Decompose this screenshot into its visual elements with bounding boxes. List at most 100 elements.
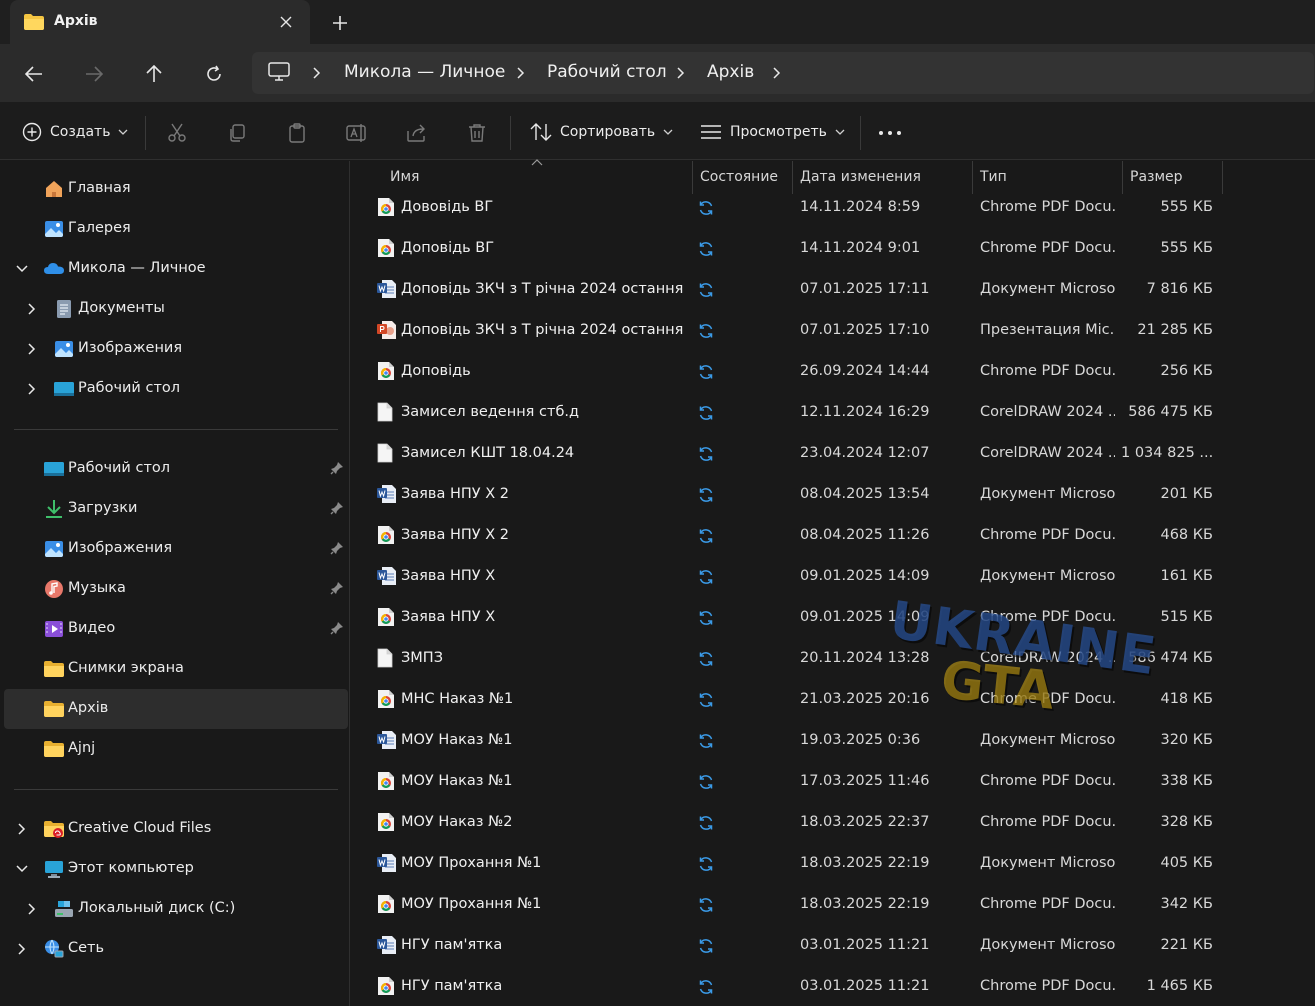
sidebar-item-desktop[interactable]: Рабочий стол: [4, 369, 348, 409]
chevron-right-icon[interactable]: [770, 64, 784, 82]
sidebar-item-onedrive[interactable]: Микола — Личное: [4, 249, 348, 289]
drive-icon: [55, 901, 73, 917]
file-row[interactable]: Замисел КШТ 18.04.24 23.04.2024 12:07 Core…: [351, 436, 1315, 477]
cut-button[interactable]: [165, 121, 189, 145]
file-row[interactable]: МОУ Прохання №1 18.03.2025 22:19 Документ …: [351, 846, 1315, 887]
rename-button[interactable]: [345, 121, 369, 145]
sidebar-item-local-disk[interactable]: Локальный диск (C:): [4, 889, 348, 929]
quick-access-pictures[interactable]: Изображения: [4, 529, 348, 569]
chevron-right-icon[interactable]: [24, 341, 40, 357]
copy-button[interactable]: [225, 121, 249, 145]
file-date: 18.03.2025 22:37: [800, 814, 930, 830]
file-row[interactable]: МОУ Наказ №1 19.03.2025 0:36 Документ Micr…: [351, 723, 1315, 764]
file-date: 09.01.2025 14:09: [800, 609, 930, 625]
sidebar-item-pictures[interactable]: Изображения: [4, 329, 348, 369]
sort-button[interactable]: Сортировать: [530, 120, 673, 144]
tab-archive[interactable]: Архів: [10, 0, 310, 44]
file-row[interactable]: МОУ Наказ №1 17.03.2025 11:46 Chrome PDF D…: [351, 764, 1315, 805]
file-row[interactable]: Доповідь ЗКЧ з Т річна 2024 остання 07.01…: [351, 313, 1315, 354]
blank-file-icon: [377, 443, 395, 463]
file-type: Chrome PDF Docu...: [980, 527, 1115, 543]
quick-access-ajnj[interactable]: Ajnj: [4, 729, 348, 769]
file-row[interactable]: Дововідь ВГ 14.11.2024 8:59 Chrome PDF Doc…: [351, 190, 1315, 231]
sidebar-item-this-pc[interactable]: Этот компьютер: [4, 849, 348, 889]
delete-button[interactable]: [465, 121, 489, 145]
chevron-right-icon[interactable]: [14, 941, 30, 957]
file-row[interactable]: МОУ Наказ №2 18.03.2025 22:37 Chrome PDF D…: [351, 805, 1315, 846]
address-bar: Микола — Личное Рабочий стол Архів: [0, 44, 1315, 102]
quick-access-downloads[interactable]: Загрузки: [4, 489, 348, 529]
sidebar-item-label: Рабочий стол: [78, 380, 181, 396]
pin-icon[interactable]: [330, 461, 344, 475]
pin-icon[interactable]: [330, 581, 344, 595]
more-options-button[interactable]: [878, 121, 902, 145]
pin-icon[interactable]: [330, 541, 344, 555]
file-row[interactable]: Доповідь ЗКЧ з Т річна 2024 остання 07.01…: [351, 272, 1315, 313]
computer-icon: [45, 861, 63, 878]
new-tab-button[interactable]: [328, 11, 352, 35]
sidebar-item-network[interactable]: Сеть: [4, 929, 348, 969]
quick-access-archive[interactable]: Архів: [4, 689, 348, 729]
chevron-right-icon[interactable]: [24, 301, 40, 317]
sidebar-item-documents[interactable]: Документы: [4, 289, 348, 329]
breadcrumb-item[interactable]: Рабочий стол: [547, 62, 667, 82]
pin-icon[interactable]: [330, 501, 344, 515]
file-name: Доповідь ЗКЧ з Т річна 2024 остання: [401, 322, 684, 338]
sidebar-item-creative-cloud[interactable]: Creative Cloud Files: [4, 809, 348, 849]
breadcrumb-item[interactable]: Микола — Личное: [344, 62, 505, 82]
breadcrumb-item[interactable]: Архів: [707, 62, 754, 82]
share-button[interactable]: [405, 121, 429, 145]
file-row[interactable]: МОУ Прохання №1 18.03.2025 22:19 Chrome PD…: [351, 887, 1315, 928]
file-row[interactable]: Заява НПУ Х 2 08.04.2025 11:26 Chrome PDF …: [351, 518, 1315, 559]
sidebar-item-gallery[interactable]: Галерея: [4, 209, 348, 249]
breadcrumb[interactable]: Микола — Личное Рабочий стол Архів: [252, 52, 1314, 94]
quick-access-video[interactable]: Видео: [4, 609, 348, 649]
view-button[interactable]: Просмотреть: [700, 120, 845, 144]
chevron-right-icon[interactable]: [674, 64, 688, 82]
chevron-right-icon[interactable]: [14, 821, 30, 837]
tab-bar: Архів: [0, 0, 1315, 44]
chevron-right-icon[interactable]: [514, 64, 528, 82]
file-row[interactable]: Доповідь 26.09.2024 14:44 Chrome PDF Docu.…: [351, 354, 1315, 395]
chevron-right-icon[interactable]: [310, 64, 324, 82]
quick-access-desktop[interactable]: Рабочий стол: [4, 449, 348, 489]
forward-button[interactable]: [80, 60, 108, 88]
file-date: 07.01.2025 17:11: [800, 281, 930, 297]
chrome-pdf-icon: [377, 607, 395, 627]
sync-icon: [697, 322, 715, 340]
create-button[interactable]: Создать: [22, 120, 128, 144]
back-button[interactable]: [20, 60, 48, 88]
refresh-button[interactable]: [200, 60, 228, 88]
folder-icon: [44, 701, 64, 717]
file-date: 18.03.2025 22:19: [800, 855, 930, 871]
paste-button[interactable]: [285, 121, 309, 145]
quick-access-music[interactable]: Музыка: [4, 569, 348, 609]
chevron-down-icon[interactable]: [14, 261, 30, 277]
trash-icon: [469, 124, 485, 142]
pin-icon[interactable]: [330, 621, 344, 635]
file-row[interactable]: НГУ пам'ятка 03.01.2025 11:21 Chrome PDF D…: [351, 969, 1315, 1006]
file-row[interactable]: Заява НПУ Х 09.01.2025 14:09 Chrome PDF Do…: [351, 600, 1315, 641]
sidebar-item-home[interactable]: Главная: [4, 169, 348, 209]
file-date: 08.04.2025 13:54: [800, 486, 930, 502]
chevron-down-icon[interactable]: [14, 861, 30, 877]
file-row[interactable]: Доповідь ВГ 14.11.2024 9:01 Chrome PDF Doc…: [351, 231, 1315, 272]
command-bar: Создать Сортировать Просмотреть: [0, 102, 1315, 160]
up-button[interactable]: [140, 60, 168, 88]
file-row[interactable]: НГУ пам'ятка 03.01.2025 11:21 Документ Mic…: [351, 928, 1315, 969]
file-size: 161 КБ: [1160, 568, 1213, 584]
file-row[interactable]: МНС Наказ №1 21.03.2025 20:16 Chrome PDF D…: [351, 682, 1315, 723]
file-type: Документ Microso...: [980, 568, 1115, 584]
sidebar-item-label: Галерея: [68, 220, 131, 236]
sync-icon: [697, 814, 715, 832]
close-tab-icon[interactable]: [276, 12, 296, 32]
file-date: 19.03.2025 0:36: [800, 732, 921, 748]
chevron-right-icon[interactable]: [24, 901, 40, 917]
file-row[interactable]: Заява НПУ Х 2 08.04.2025 13:54 Документ Mi…: [351, 477, 1315, 518]
chrome-pdf-icon: [377, 771, 395, 791]
quick-access-screenshots[interactable]: Снимки экрана: [4, 649, 348, 689]
file-row[interactable]: ЗМПЗ 20.11.2024 13:28 CorelDRAW 2024 ... 58…: [351, 641, 1315, 682]
file-row[interactable]: Заява НПУ Х 09.01.2025 14:09 Документ Micr…: [351, 559, 1315, 600]
chevron-right-icon[interactable]: [24, 381, 40, 397]
file-row[interactable]: Замисел ведення стб.д 12.11.2024 16:29 Cor…: [351, 395, 1315, 436]
